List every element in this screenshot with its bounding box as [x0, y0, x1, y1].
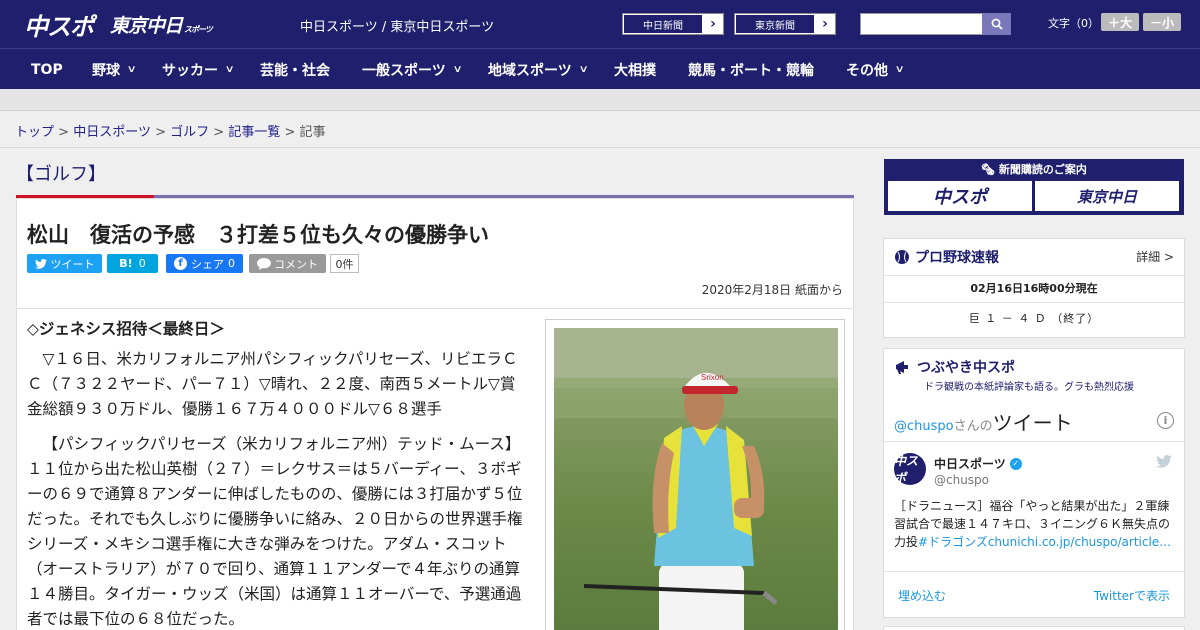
divider: [17, 308, 853, 309]
view-on-twitter-link[interactable]: Twitterで表示: [1094, 587, 1170, 604]
chevron-down-icon: ∨: [126, 64, 137, 75]
tweet-button[interactable]: ツイート: [27, 254, 102, 273]
twitter-bird-icon: [34, 258, 47, 269]
chevron-right-icon: ›: [710, 16, 716, 32]
breadcrumb-top[interactable]: トップ: [15, 125, 54, 140]
game-score[interactable]: 巨 １ － ４ Ｄ （終了）: [884, 310, 1184, 326]
search-button[interactable]: [982, 13, 1011, 35]
verified-icon: ✓: [1009, 457, 1022, 470]
divider: [884, 571, 1184, 572]
baseball-heading: プロ野球速報: [894, 247, 999, 267]
subscription-promo[interactable]: 🗞 新聞購読のご案内 中スポ 東京中日: [884, 159, 1184, 215]
chevron-down-icon: ∨: [452, 64, 463, 75]
article-paragraph: 【パシフィックパリセーズ（米カリフォルニア州）テッド・ムース】１１位から出た松山…: [27, 435, 523, 628]
nav-baseball[interactable]: 野球 ∨: [92, 49, 137, 90]
promo-label: 🗞 新聞購読のご案内: [981, 163, 1087, 176]
breadcrumb-separator: >: [58, 125, 70, 140]
hatena-icon: B!: [119, 257, 133, 270]
baseball-icon: [895, 250, 909, 264]
twitter-widget: つぶやき中スポ ドラ観戦の本紙評論家も語る。グラも熱烈応援 @chuspo さんの…: [883, 348, 1185, 618]
tweet-account-handle[interactable]: @chuspo: [934, 473, 989, 487]
promo-chuspo[interactable]: 中スポ: [888, 181, 1032, 211]
article-body: ◇ジェネシス招待＜最終日＞ ▽１６日、米カリフォルニア州パシフィックパリセーズ、…: [27, 317, 527, 630]
breadcrumb-current: 記事: [299, 125, 326, 140]
chevron-right-icon: ›: [822, 16, 828, 32]
article-photo-frame: Srixon: [545, 319, 845, 630]
nav-racing[interactable]: 競馬・ボート・競輪: [688, 49, 814, 90]
article-title: 松山 復活の予感 ３打差５位も久々の優勝争い: [27, 223, 489, 247]
font-larger-button[interactable]: ＋大: [1101, 13, 1139, 31]
comment-count[interactable]: 0件: [330, 254, 359, 273]
site-header: 中スポ 東京中日 スポーツ 中日スポーツ / 東京中日スポーツ 中日新聞 › 東京…: [0, 0, 1200, 48]
breadcrumb-article-list[interactable]: 記事一覧: [228, 125, 280, 140]
speech-bubble-icon: [257, 257, 271, 270]
article-lead: ◇ジェネシス招待＜最終日＞: [27, 320, 225, 338]
tweet-widget-heading: つぶやき中スポ: [894, 357, 1015, 377]
next-widget: [883, 626, 1185, 630]
search-icon: [991, 18, 1003, 30]
twitter-bird-icon[interactable]: [1156, 455, 1172, 468]
article: 松山 復活の予感 ３打差５位も久々の優勝争い ツイート B! 0 f シェア 0…: [16, 198, 854, 630]
chevron-down-icon: ∨: [578, 64, 589, 75]
breadcrumb-separator: >: [155, 125, 166, 140]
megaphone-icon: [896, 361, 908, 374]
main-nav: TOP 野球 ∨ サッカー ∨ 芸能・社会 一般スポーツ ∨ 地域スポーツ ∨ 大相撲 …: [0, 48, 1200, 89]
hatena-bookmark-button[interactable]: B! 0: [107, 254, 158, 273]
breadcrumb-golf[interactable]: ゴルフ: [170, 125, 209, 140]
nav-top[interactable]: TOP: [31, 49, 63, 90]
chevron-down-icon: ∨: [894, 64, 905, 75]
sub-nav-band: [0, 89, 1200, 111]
promo-tokyo-chunichi[interactable]: 東京中日: [1035, 181, 1179, 211]
tweets-by-header: @chuspo さんの ツイート: [894, 411, 1073, 435]
nav-soccer[interactable]: サッカー ∨: [162, 49, 235, 90]
chuspo-logo[interactable]: 中スポ: [24, 9, 94, 41]
breadcrumb-separator: >: [284, 125, 296, 140]
score-timestamp: 02月16日16時00分現在: [970, 282, 1098, 295]
tweet-link[interactable]: #ドラゴンズchunichi.co.jp/chuspo/article…: [918, 535, 1171, 549]
tokyo-chunichi-logo[interactable]: 東京中日 スポーツ: [110, 9, 213, 39]
facebook-share-button[interactable]: f シェア 0: [166, 254, 243, 273]
tweets-by-handle[interactable]: @chuspo: [894, 419, 954, 434]
category-heading: 【ゴルフ】: [16, 164, 106, 185]
font-smaller-button[interactable]: －小: [1143, 13, 1181, 31]
svg-text:Srixon: Srixon: [701, 373, 724, 382]
facebook-icon: f: [174, 257, 187, 270]
embed-link[interactable]: 埋め込む: [898, 587, 946, 604]
nav-entertainment[interactable]: 芸能・社会: [260, 49, 330, 90]
comment-button[interactable]: コメント: [249, 254, 326, 273]
nav-other[interactable]: その他 ∨: [846, 49, 905, 90]
breadcrumb-separator: >: [213, 125, 225, 140]
tweet-account-name[interactable]: 中日スポーツ ✓: [934, 455, 1022, 472]
divider: [884, 302, 1184, 303]
publish-date: 2020年2月18日 紙面から: [701, 283, 843, 297]
tokyo-shimbun-link[interactable]: 東京新聞 ›: [734, 13, 836, 35]
baseball-detail-link[interactable]: 詳細 >: [1136, 248, 1174, 265]
article-paragraph: ▽１６日、米カリフォルニア州パシフィックパリセーズ、リビエラＣＣ（７３２２ヤード…: [27, 350, 518, 418]
golfer-illustration: Srixon: [554, 328, 838, 630]
nav-local-sports[interactable]: 地域スポーツ ∨: [488, 49, 589, 90]
divider: [884, 275, 1184, 276]
nav-sumo[interactable]: 大相撲: [614, 49, 656, 90]
nav-general-sports[interactable]: 一般スポーツ ∨: [362, 49, 463, 90]
baseball-scores-widget: プロ野球速報 詳細 > 02月16日16時00分現在 巨 １ － ４ Ｄ （終了…: [883, 238, 1185, 338]
chevron-down-icon: ∨: [224, 64, 235, 75]
info-icon[interactable]: i: [1157, 412, 1174, 429]
search-input[interactable]: [860, 13, 983, 35]
chunichi-shimbun-link[interactable]: 中日新聞 ›: [622, 13, 724, 35]
site-links[interactable]: 中日スポーツ / 東京中日スポーツ: [300, 16, 494, 35]
breadcrumb-chuspo[interactable]: 中日スポーツ: [73, 125, 151, 140]
divider: [884, 441, 1184, 442]
font-size-label: 文字（0）: [1048, 17, 1099, 30]
tweet-text: ［ドラニュース］福谷「やっと結果が出た」２軍練習試合で最速１４７キロ、３イニング…: [894, 499, 1172, 549]
tweet-widget-subtitle: ドラ観戦の本紙評論家も語る。グラも熱烈応援: [924, 382, 1134, 393]
avatar[interactable]: 中スポ: [894, 453, 926, 485]
divider: [0, 147, 1200, 148]
golfer-photo[interactable]: Srixon: [554, 328, 838, 630]
newspaper-icon: 🗞: [981, 163, 999, 176]
breadcrumb: トップ > 中日スポーツ > ゴルフ > 記事一覧 > 記事: [15, 121, 326, 140]
